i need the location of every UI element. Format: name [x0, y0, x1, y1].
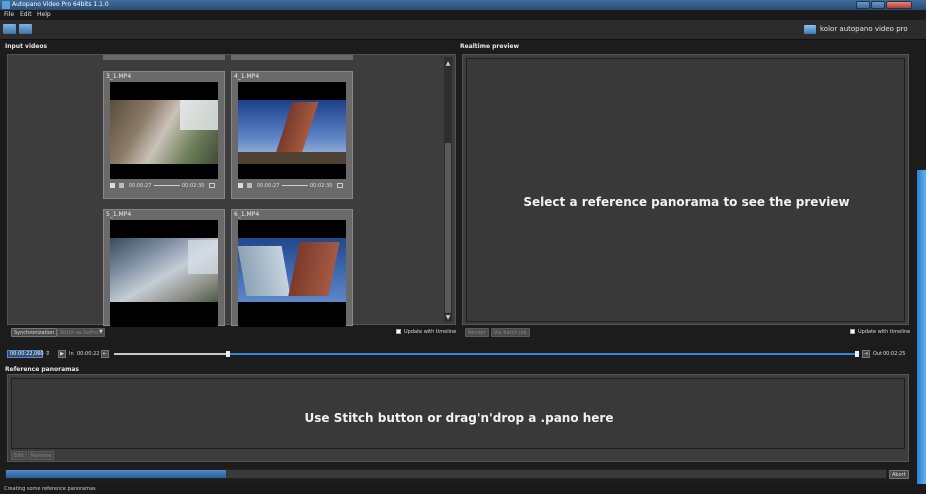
video-name: 3_1.MP4 — [106, 73, 132, 80]
out-handle[interactable] — [855, 351, 859, 357]
abort-button[interactable]: Abort — [889, 470, 909, 479]
menu-bar: File Edit Help — [0, 10, 926, 20]
preview-area: Select a reference panorama to see the p… — [462, 54, 909, 325]
in-time: 00:00:22 — [77, 351, 100, 357]
video-card[interactable]: 4_1.MP4 00:00:27 00:02:30 — [231, 71, 353, 199]
fullscreen-icon[interactable] — [209, 183, 215, 188]
seek-bar[interactable] — [154, 185, 180, 186]
video-controls: 00:00:27 00:02:30 — [238, 182, 346, 191]
reference-message: Use Stitch button or drag'n'drop a .pano… — [304, 411, 614, 425]
video-name: 4_1.MP4 — [234, 73, 260, 80]
menu-file[interactable]: File — [4, 11, 14, 18]
progress-fill — [6, 470, 226, 478]
edit-button[interactable]: Edit — [11, 451, 27, 460]
seek-bar[interactable] — [282, 185, 308, 186]
video-name: 5_1.MP4 — [106, 211, 132, 218]
minimize-button[interactable] — [856, 1, 870, 9]
timeline-track[interactable] — [114, 351, 859, 357]
timeline-selection — [228, 353, 859, 355]
chevron-down-icon[interactable]: ▼ — [99, 329, 105, 336]
video-name: 6_1.MP4 — [234, 211, 260, 218]
video-card[interactable]: 5_1.MP4 — [103, 209, 225, 327]
window-title: Autopano Video Pro 64bits 1.1.0 — [12, 1, 109, 8]
video-thumbnail — [110, 82, 218, 179]
preview-update-timeline-checkbox[interactable] — [850, 329, 855, 334]
set-in-point-icon[interactable]: ⇤ — [101, 350, 109, 358]
update-timeline-checkbox[interactable] — [396, 329, 401, 334]
scrollbar-thumb[interactable] — [445, 143, 451, 313]
reference-dropzone[interactable]: Use Stitch button or drag'n'drop a .pano… — [11, 378, 905, 449]
synchronization-button[interactable]: Synchronization — [11, 328, 58, 337]
stitch-as-label: Stitch as GoPro — [60, 330, 99, 336]
play-icon[interactable] — [238, 183, 243, 188]
menu-edit[interactable]: Edit — [20, 11, 32, 18]
realtime-preview-heading: Realtime preview — [460, 43, 520, 50]
desktop-edge — [917, 170, 926, 484]
app-icon — [2, 1, 10, 9]
scroll-up-icon[interactable]: ▲ — [445, 61, 451, 67]
out-time: 00:02:25 — [883, 351, 906, 357]
video-card-partial — [231, 55, 353, 60]
duration: 00:02:30 — [310, 183, 333, 189]
video-card[interactable]: 6_1.MP4 — [231, 209, 353, 327]
title-bar: Autopano Video Pro 64bits 1.1.0 — [0, 0, 926, 10]
render-button[interactable]: Render — [465, 328, 489, 337]
stitch-as-dropdown[interactable]: Stitch as GoPro — [57, 328, 105, 337]
current-time: 00:00:27 — [257, 183, 280, 189]
volume-icon[interactable] — [247, 183, 252, 188]
stitch-icon[interactable] — [19, 24, 32, 34]
set-out-point-icon[interactable]: ⇥ — [862, 350, 870, 358]
import-videos-icon[interactable] — [3, 24, 16, 34]
remove-button[interactable]: Remove — [28, 451, 55, 460]
video-thumbnail — [238, 82, 346, 179]
reference-panoramas-area: Use Stitch button or drag'n'drop a .pano… — [7, 374, 909, 462]
input-videos-area: 3_1.MP4 00:00:27 00:02:30 4_1.MP4 00:00:… — [7, 54, 456, 327]
toolbar: kolor autopano video pro — [0, 20, 926, 40]
preview-canvas: Select a reference panorama to see the p… — [466, 58, 905, 322]
input-videos-heading: Input videos — [5, 43, 48, 50]
reference-panoramas-heading: Reference panoramas — [5, 366, 80, 373]
brand-text: kolor autopano video pro — [820, 25, 908, 33]
status-text: Creating some reference panoramas — [4, 486, 96, 492]
maximize-button[interactable] — [871, 1, 885, 9]
fullscreen-icon[interactable] — [337, 183, 343, 188]
out-label: Out — [873, 351, 883, 357]
video-card-partial — [103, 55, 225, 60]
close-button[interactable] — [886, 1, 912, 9]
current-time: 00:00:27 — [129, 183, 152, 189]
scrollbar-track[interactable]: ▲ ▼ — [444, 57, 452, 322]
menu-help[interactable]: Help — [37, 11, 51, 18]
video-thumbnail — [110, 220, 218, 327]
preview-message: Select a reference panorama to see the p… — [523, 195, 850, 209]
duration: 00:02:30 — [182, 183, 205, 189]
current-time-value: 00:00:22,060 — [10, 351, 44, 357]
volume-icon[interactable] — [119, 183, 124, 188]
video-thumbnail — [238, 220, 346, 327]
progress-bar — [5, 469, 887, 479]
scroll-down-icon[interactable]: ▼ — [445, 315, 451, 321]
in-handle[interactable] — [226, 351, 230, 357]
update-timeline-label: Update with timeline — [404, 329, 457, 335]
kolor-logo-icon — [804, 25, 816, 34]
video-card[interactable]: 3_1.MP4 00:00:27 00:02:30 — [103, 71, 225, 199]
current-time-field[interactable]: 00:00:22,060 — [7, 350, 44, 358]
video-controls: 00:00:27 00:02:30 — [110, 182, 218, 191]
play-timeline-icon[interactable]: ▶ — [58, 350, 66, 358]
play-icon[interactable] — [110, 183, 115, 188]
in-label: In — [69, 351, 74, 357]
preview-update-timeline-label: Update with timeline — [858, 329, 911, 335]
via-batch-job-button[interactable]: Via batch job — [491, 328, 530, 337]
status-bar: Creating some reference panoramas — [0, 484, 926, 494]
time-stepper-icon[interactable]: ⇕ — [45, 350, 53, 358]
